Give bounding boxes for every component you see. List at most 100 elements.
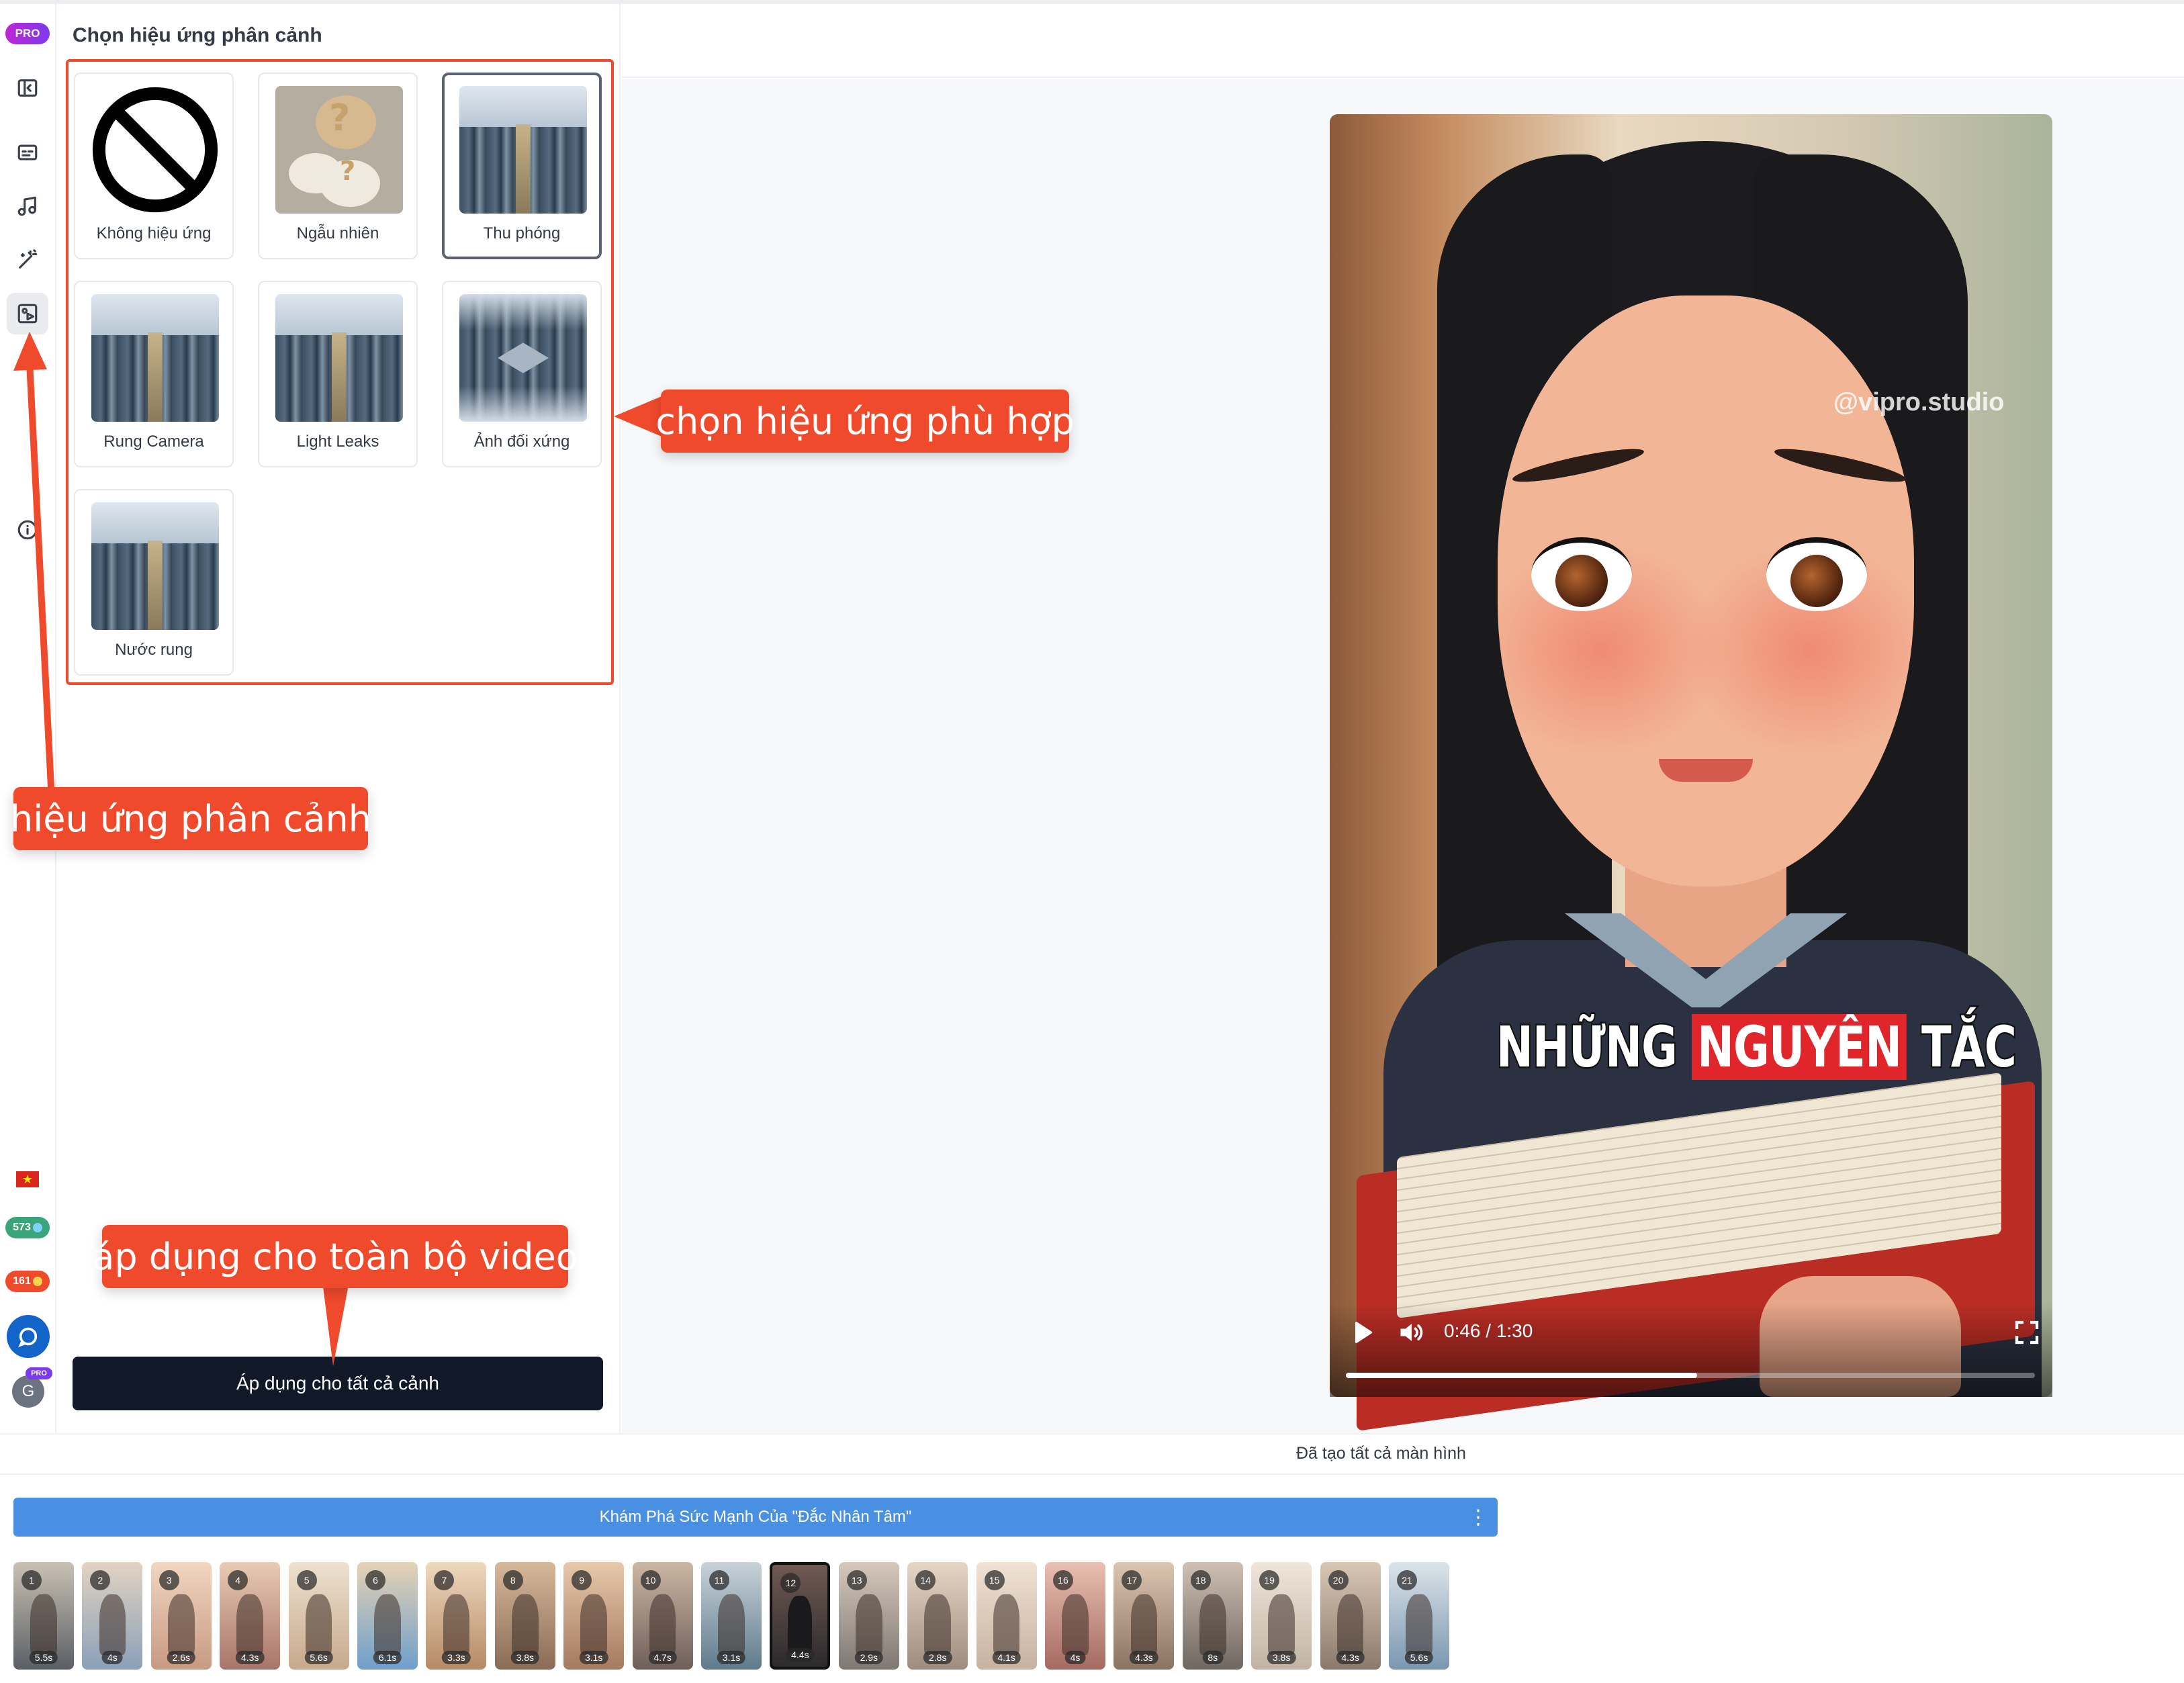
- sidebar-collapse-button[interactable]: [7, 67, 48, 109]
- scene-thumbnail[interactable]: 3 2.6s: [150, 1562, 212, 1670]
- caption-word: TẮC: [1920, 1013, 2018, 1082]
- pro-badge[interactable]: PRO: [5, 23, 50, 44]
- credit-badge[interactable]: 161: [5, 1271, 50, 1292]
- scene-duration: 3.3s: [442, 1651, 471, 1664]
- scene-thumbnail[interactable]: 4 4.3s: [220, 1562, 281, 1670]
- scene-figure: [1062, 1594, 1089, 1655]
- preview-toolbar: [622, 4, 2184, 78]
- scene-number: 2: [90, 1570, 111, 1590]
- subtitles-button[interactable]: [7, 132, 48, 173]
- scene-thumbnail[interactable]: 1 5.5s: [13, 1562, 74, 1670]
- annotation-choose-effect: chọn hiệu ứng phù hợp: [655, 390, 1075, 453]
- scene-thumbnail[interactable]: 14 2.8s: [907, 1562, 968, 1670]
- annotation-scene-effect: hiệu ứng phân cảnh: [10, 787, 371, 850]
- project-title-bar[interactable]: Khám Phá Sức Mạnh Của "Đắc Nhân Tâm": [13, 1498, 1498, 1537]
- scene-figure: [511, 1594, 539, 1655]
- chat-button[interactable]: [7, 1315, 50, 1358]
- scene-thumbnail[interactable]: 11 3.1s: [701, 1562, 762, 1670]
- scene-number: 11: [709, 1570, 729, 1590]
- scene-thumbnail[interactable]: 13 2.9s: [838, 1562, 899, 1670]
- video-controls: [1330, 1303, 2052, 1397]
- effect-card-light-leaks[interactable]: Light Leaks: [258, 281, 418, 467]
- effect-card-none[interactable]: Không hiệu ứng: [74, 73, 234, 259]
- language-flag-icon[interactable]: ★: [16, 1171, 39, 1187]
- scene-thumbnail[interactable]: 12 4.4s: [770, 1562, 831, 1670]
- video-frame-eye: [1531, 537, 1632, 611]
- scene-thumbnail[interactable]: 10 4.7s: [632, 1562, 693, 1670]
- effect-label: Thu phóng: [483, 224, 561, 242]
- music-icon: [17, 196, 36, 216]
- scene-figure: [1406, 1594, 1432, 1655]
- music-button[interactable]: [7, 185, 48, 227]
- scene-thumbnail[interactable]: 20 4.3s: [1320, 1562, 1381, 1670]
- scene-figure: [374, 1594, 401, 1655]
- fullscreen-icon[interactable]: [2013, 1319, 2040, 1346]
- scene-duration: 5.6s: [304, 1651, 333, 1664]
- credit-badge[interactable]: 573: [5, 1217, 50, 1238]
- scene-figure: [1268, 1594, 1295, 1655]
- scene-number: 6: [365, 1570, 385, 1590]
- scene-figure: [305, 1594, 332, 1655]
- mirror-thumbnail: [459, 294, 587, 422]
- effect-label: Ngẫu nhiên: [296, 224, 379, 242]
- scene-number: 9: [572, 1570, 592, 1590]
- city-thumbnail: [91, 294, 219, 422]
- scene-number: 21: [1397, 1570, 1417, 1590]
- scene-duration: 4.3s: [235, 1651, 265, 1664]
- effect-card-zoom[interactable]: Thu phóng: [442, 73, 602, 259]
- scene-thumbnail[interactable]: 8 3.8s: [494, 1562, 555, 1670]
- scene-thumbnail[interactable]: 6 6.1s: [357, 1562, 418, 1670]
- scene-thumbnail[interactable]: 17 4.3s: [1113, 1562, 1175, 1670]
- effect-card-camera-shake[interactable]: Rung Camera: [74, 281, 234, 467]
- scene-thumbnail[interactable]: 9 3.1s: [563, 1562, 625, 1670]
- sidebar-collapse-icon: [17, 79, 38, 97]
- play-icon[interactable]: [1349, 1319, 1375, 1346]
- avatar[interactable]: G: [12, 1375, 44, 1408]
- scene-thumbnail[interactable]: 16 4s: [1045, 1562, 1105, 1670]
- scene-number: 1: [21, 1570, 42, 1590]
- effect-card-mirror[interactable]: Ảnh đối xứng: [442, 281, 602, 467]
- info-button[interactable]: [7, 509, 48, 551]
- effect-label: Rung Camera: [103, 433, 204, 451]
- scene-thumbnail[interactable]: 18 8s: [1182, 1562, 1243, 1670]
- scene-thumbnail[interactable]: 15 4.1s: [976, 1562, 1037, 1670]
- effect-card-water-ripple[interactable]: Nước rung: [74, 489, 234, 676]
- scene-number: 5: [296, 1570, 317, 1590]
- magic-wand-button[interactable]: [7, 239, 48, 281]
- scene-duration: 4.4s: [786, 1648, 815, 1662]
- scene-figure: [993, 1594, 1020, 1655]
- scene-effect-button[interactable]: [7, 293, 48, 334]
- scene-number: 10: [640, 1570, 661, 1590]
- scene-figure: [718, 1594, 745, 1655]
- video-frame-eye: [1766, 537, 1867, 611]
- scene-figure: [1199, 1594, 1226, 1655]
- status-bar: [0, 1433, 2184, 1475]
- scene-thumbnail[interactable]: 21 5.6s: [1389, 1562, 1449, 1670]
- video-watermark: @vipro.studio: [1833, 388, 2005, 416]
- volume-icon[interactable]: [1397, 1318, 1426, 1347]
- scene-timeline: 1 5.5s 2 4s 3 2.6s 4 4.3s 5 5.6s 6 6.1s 7 3.3s 8 3.8s 9 3…: [13, 1562, 1504, 1670]
- scene-thumbnail[interactable]: 7 3.3s: [426, 1562, 487, 1670]
- apply-all-scenes-button[interactable]: Áp dụng cho tất cả cảnh: [73, 1357, 603, 1410]
- chat-bubble-icon: [18, 1327, 38, 1347]
- caption-highlight-word: NGUYÊN: [1692, 1014, 1907, 1080]
- city-thumbnail: [91, 502, 219, 630]
- video-frame-mouth: [1659, 759, 1753, 782]
- scene-thumbnail[interactable]: 5 5.6s: [288, 1562, 349, 1670]
- scene-figure: [649, 1594, 676, 1655]
- scene-duration: 2.8s: [923, 1651, 952, 1664]
- scene-figure: [924, 1594, 951, 1655]
- effect-label: Không hiệu ứng: [96, 224, 212, 242]
- status-text: Đã tạo tất cả màn hình: [1296, 1444, 1466, 1463]
- scene-figure: [788, 1595, 813, 1653]
- scene-thumbnail[interactable]: 19 3.8s: [1251, 1562, 1312, 1670]
- scene-duration: 4.3s: [1130, 1651, 1158, 1664]
- scene-duration: 2.9s: [854, 1651, 884, 1664]
- random-thumbnail: ? ?: [275, 86, 403, 214]
- scene-duration: 4.1s: [992, 1651, 1021, 1664]
- more-options-icon[interactable]: ⋮: [1468, 1499, 1488, 1535]
- caption-word: NHỮNG: [1495, 1013, 1679, 1082]
- scene-thumbnail[interactable]: 2 4s: [82, 1562, 143, 1670]
- effect-card-random[interactable]: ? ? Ngẫu nhiên: [258, 73, 418, 259]
- scene-number: 7: [434, 1570, 455, 1590]
